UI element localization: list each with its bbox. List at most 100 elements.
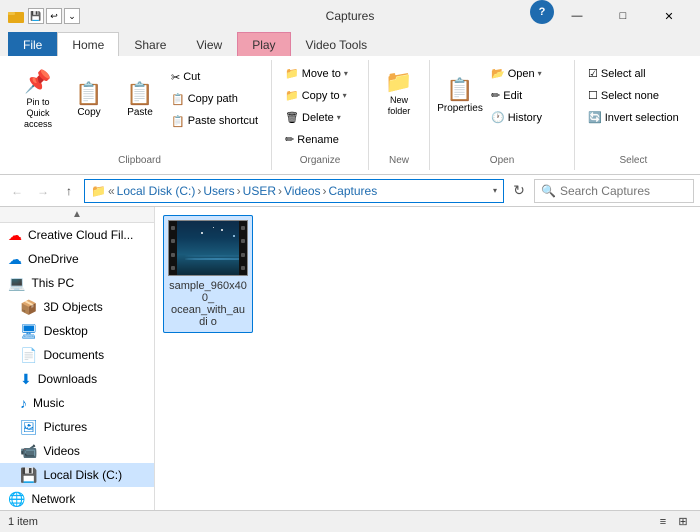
open-small-col: 📂 Open ▾ ✏ Edit 🕐 History — [486, 64, 566, 127]
cut-button[interactable]: ✂ Cut — [166, 68, 263, 87]
downloads-icon: ⬇ — [20, 371, 32, 388]
path-user[interactable]: USER — [243, 184, 276, 198]
sidebar-item-onedrive[interactable]: ☁ OneDrive — [0, 247, 154, 271]
path-c-drive[interactable]: Local Disk (C:) — [117, 184, 196, 198]
film-hole — [171, 226, 175, 230]
sidebar-scroll-up[interactable]: ▲ — [0, 207, 154, 223]
sidebar-item-music[interactable]: ♪ Music — [0, 391, 154, 415]
tab-file[interactable]: File — [8, 32, 57, 56]
help-button[interactable]: ? — [530, 0, 554, 24]
tab-home[interactable]: Home — [57, 32, 119, 56]
sidebar-label-downloads: Downloads — [38, 372, 97, 386]
title-bar-left: 💾 ↩ ⌄ — [8, 8, 80, 24]
item-count: 1 item — [8, 516, 38, 528]
star-4 — [213, 227, 214, 228]
maximize-button[interactable]: □ — [600, 0, 646, 32]
sidebar-item-documents[interactable]: 📄 Documents — [0, 343, 154, 367]
invert-selection-button[interactable]: 🔄 Invert selection — [583, 108, 684, 127]
quick-access-btn-3[interactable]: ⌄ — [64, 8, 80, 24]
tab-share[interactable]: Share — [119, 32, 181, 56]
large-icons-view-icon[interactable]: ⊞ — [674, 513, 692, 531]
scissors-icon: ✂ — [171, 71, 180, 84]
up-button[interactable]: ↑ — [58, 180, 80, 202]
rename-icon: ✏ — [285, 133, 294, 146]
delete-button[interactable]: 🗑 Delete ▾ — [280, 108, 360, 127]
copy-button[interactable]: 📋 Copy — [64, 71, 114, 127]
sidebar: ▲ ☁ Creative Cloud Fil... ☁ OneDrive 💻 T… — [0, 207, 155, 510]
sidebar-item-3d-objects[interactable]: 📦 3D Objects — [0, 295, 154, 319]
film-hole — [171, 253, 175, 257]
new-folder-button[interactable]: 📁 Newfolder — [377, 64, 421, 122]
select-none-button[interactable]: ☐ Select none — [583, 86, 684, 105]
paste-shortcut-button[interactable]: 📋 Paste shortcut — [166, 112, 263, 131]
sidebar-item-pictures[interactable]: 🖼 Pictures — [0, 415, 154, 439]
minimize-button[interactable]: — — [554, 0, 600, 32]
sidebar-label-this-pc: This PC — [31, 276, 74, 290]
close-button[interactable]: ✕ — [646, 0, 692, 32]
main-content: ▲ ☁ Creative Cloud Fil... ☁ OneDrive 💻 T… — [0, 207, 700, 510]
file-thumbnail — [168, 220, 248, 276]
documents-icon: 📄 — [20, 347, 37, 364]
copy-to-arrow: ▾ — [343, 91, 347, 100]
path-captures[interactable]: Captures — [329, 184, 378, 198]
sidebar-label-creative-cloud: Creative Cloud Fil... — [28, 228, 133, 242]
pin-icon: 📌 — [24, 69, 51, 95]
forward-button[interactable]: → — [32, 180, 54, 202]
sidebar-label-local-disk: Local Disk (C:) — [43, 468, 122, 482]
sidebar-item-videos[interactable]: 📹 Videos — [0, 439, 154, 463]
quick-access-btn-2[interactable]: ↩ — [46, 8, 62, 24]
select-none-icon: ☐ — [588, 89, 598, 102]
paste-button[interactable]: 📋 Paste — [118, 71, 162, 127]
sidebar-item-local-disk[interactable]: 💾 Local Disk (C:) — [0, 463, 154, 487]
details-view-icon[interactable]: ≡ — [654, 513, 672, 531]
sidebar-label-3d-objects: 3D Objects — [43, 300, 102, 314]
path-arrow[interactable]: ▾ — [493, 186, 497, 195]
copy-path-icon: 📋 — [171, 93, 185, 106]
rename-button[interactable]: ✏ Rename — [280, 130, 360, 149]
refresh-button[interactable]: ↻ — [508, 180, 530, 202]
select-label: Select — [619, 151, 647, 166]
move-arrow: ▾ — [344, 69, 348, 78]
window-controls: ? — □ ✕ — [530, 0, 692, 32]
copy-path-button[interactable]: 📋 Copy path — [166, 90, 263, 109]
sidebar-item-downloads[interactable]: ⬇ Downloads — [0, 367, 154, 391]
pin-quick-access-button[interactable]: 📌 Pin to Quickaccess — [16, 64, 60, 134]
3d-objects-icon: 📦 — [20, 299, 37, 316]
path-videos[interactable]: Videos — [284, 184, 320, 198]
properties-button[interactable]: 📋 Properties — [438, 68, 482, 124]
edit-button[interactable]: ✏ Edit — [486, 86, 566, 105]
organize-label: Organize — [300, 151, 341, 166]
open-arrow: ▾ — [538, 69, 542, 78]
star-1 — [201, 232, 203, 234]
history-button[interactable]: 🕐 History — [486, 108, 566, 127]
folder-icon-path: 📁 — [91, 184, 106, 198]
tab-play[interactable]: Play — [237, 32, 290, 56]
quick-access-btn-1[interactable]: 💾 — [28, 8, 44, 24]
tab-video-tools[interactable]: Video Tools — [291, 32, 383, 56]
sidebar-item-network[interactable]: 🌐 Network — [0, 487, 154, 510]
path-users[interactable]: Users — [203, 184, 234, 198]
back-button[interactable]: ← — [6, 180, 28, 202]
open-button[interactable]: 📂 Open ▾ — [486, 64, 566, 83]
address-path[interactable]: 📁 « Local Disk (C:) › Users › USER › Vid… — [84, 179, 504, 203]
tab-view[interactable]: View — [181, 32, 237, 56]
search-input[interactable] — [560, 184, 687, 198]
file-item-ocean-video[interactable]: sample_960x400_ ocean_with_audi o — [163, 215, 253, 333]
sidebar-item-desktop[interactable]: 🖥 Desktop — [0, 319, 154, 343]
move-to-button[interactable]: 📁 Move to ▾ — [280, 64, 360, 83]
clipboard-small-col: ✂ Cut 📋 Copy path 📋 Paste shortcut — [166, 68, 263, 131]
film-hole-r — [241, 239, 245, 243]
paste-icon: 📋 — [126, 81, 153, 107]
sidebar-item-creative-cloud[interactable]: ☁ Creative Cloud Fil... — [0, 223, 154, 247]
address-bar: ← → ↑ 📁 « Local Disk (C:) › Users › USER… — [0, 175, 700, 207]
organize-group: 📁 Move to ▾ 📁 Copy to ▾ 🗑 Delete ▾ ✏ Ren… — [272, 60, 369, 170]
film-hole-r — [241, 253, 245, 257]
desktop-icon: 🖥 — [20, 323, 38, 340]
copy-icon: 📋 — [75, 81, 102, 107]
search-icon: 🔍 — [541, 184, 556, 198]
copy-to-button[interactable]: 📁 Copy to ▾ — [280, 86, 360, 105]
sidebar-item-this-pc[interactable]: 💻 This PC — [0, 271, 154, 295]
select-all-button[interactable]: ☑ Select all — [583, 64, 684, 83]
open-label: Open — [490, 151, 514, 166]
this-pc-icon: 💻 — [8, 275, 25, 292]
